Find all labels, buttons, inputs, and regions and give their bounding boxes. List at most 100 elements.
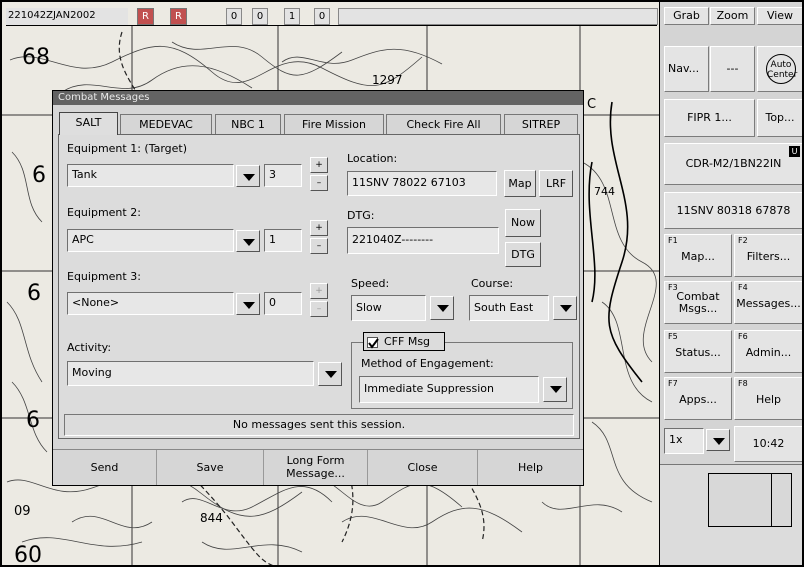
increment-button[interactable]: + — [310, 283, 328, 299]
checkbox[interactable] — [367, 337, 379, 349]
chevron-down-icon[interactable] — [430, 296, 454, 320]
mini-display-frame — [708, 473, 792, 527]
tab-check-fire-all[interactable]: Check Fire All — [386, 114, 501, 135]
tab-fire-mission[interactable]: Fire Mission — [284, 114, 384, 135]
f4-key-label: F4 — [738, 283, 748, 292]
view-button[interactable]: View — [757, 7, 802, 25]
close-button[interactable]: Close — [368, 450, 478, 485]
equipment2-label: Equipment 2: — [67, 206, 141, 219]
f5-status-button[interactable]: F5 Status... — [664, 330, 732, 373]
tab-sitrep[interactable]: SITREP — [504, 114, 578, 135]
zoom-level-select[interactable]: 1x — [664, 428, 704, 454]
cff-msg-label: CFF Msg — [384, 335, 431, 348]
cff-msg-checkbox[interactable]: CFF Msg — [363, 332, 445, 351]
auto-center-button[interactable]: Auto Center — [757, 46, 802, 92]
clock-readout: 10:42 — [734, 426, 802, 462]
combat-messages-dialog: Combat Messages SALT MEDEVAC NBC 1 Fire … — [52, 90, 584, 486]
decrement-button[interactable]: – — [310, 301, 328, 317]
mini-display — [660, 464, 802, 565]
tab-nbc1[interactable]: NBC 1 — [215, 114, 281, 135]
long-form-message-button[interactable]: Long Form Message... — [264, 450, 368, 485]
top-button[interactable]: Top... — [757, 99, 802, 137]
chevron-down-icon[interactable] — [236, 293, 260, 315]
chevron-down-icon[interactable] — [236, 165, 260, 187]
course-field[interactable]: South East — [469, 295, 549, 321]
f2-key-label: F2 — [738, 236, 748, 245]
top-divider — [6, 25, 657, 26]
now-button[interactable]: Now — [505, 209, 541, 237]
screen: 68 1297 6 6 6 744 09 844 60 C 221042ZJAN… — [0, 0, 804, 567]
f4-messages-button[interactable]: F4 Messages... — [734, 281, 802, 324]
f8-help-button[interactable]: F8 Help — [734, 377, 802, 420]
unit-id-label: CDR-M2/1BN22IN — [685, 157, 782, 170]
map-label: 6 — [27, 281, 41, 306]
map-label: 09 — [14, 504, 31, 519]
red-status-indicator: R — [170, 8, 187, 25]
increment-button[interactable]: + — [310, 220, 328, 236]
mini-display-divider — [771, 474, 772, 526]
equipment1-count[interactable]: 3 — [264, 164, 302, 187]
equipment3-field[interactable]: <None> — [67, 292, 234, 315]
unit-badge: U — [789, 146, 800, 157]
decrement-button[interactable]: – — [310, 238, 328, 254]
counter: 0 — [314, 8, 330, 25]
map-button[interactable]: Map — [504, 170, 536, 197]
dtg-button[interactable]: DTG — [505, 242, 541, 267]
method-label: Method of Engagement: — [361, 357, 494, 370]
map-label: 60 — [14, 543, 42, 567]
checkmark-icon — [368, 338, 379, 349]
location-label: Location: — [347, 152, 398, 165]
lrf-button[interactable]: LRF — [539, 170, 573, 197]
activity-label: Activity: — [67, 341, 112, 354]
chevron-down-icon[interactable] — [318, 362, 342, 386]
equipment2-field[interactable]: APC — [67, 229, 234, 252]
map-label: 6 — [26, 408, 40, 433]
increment-button[interactable]: + — [310, 157, 328, 173]
equipment1-label: Equipment 1: (Target) — [67, 142, 188, 155]
map-label: 6 — [32, 163, 46, 188]
tab-medevac[interactable]: MEDEVAC — [120, 114, 212, 135]
f2-filters-button[interactable]: F2 Filters... — [734, 234, 802, 277]
grab-button[interactable]: Grab — [664, 7, 709, 25]
dtg-label: DTG: — [347, 209, 375, 222]
tab-salt[interactable]: SALT — [59, 112, 118, 135]
equipment3-count[interactable]: 0 — [264, 292, 302, 315]
grid-reference-readout[interactable]: 11SNV 80318 67878 — [664, 192, 802, 229]
course-label: Course: — [471, 277, 514, 290]
salt-panel: Equipment 1: (Target) Tank 3 + – Equipme… — [58, 134, 580, 439]
save-button[interactable]: Save — [157, 450, 264, 485]
status-message: No messages sent this session. — [64, 414, 574, 436]
dialog-title[interactable]: Combat Messages — [53, 91, 583, 105]
f1-map-button[interactable]: F1 Map... — [664, 234, 732, 277]
f6-admin-button[interactable]: F6 Admin... — [734, 330, 802, 373]
f3-combat-msgs-button[interactable]: F3 Combat Msgs... — [664, 281, 732, 324]
message-bar — [338, 8, 658, 25]
speed-field[interactable]: Slow — [351, 295, 426, 321]
unit-id-button[interactable]: CDR-M2/1BN22IN U — [664, 143, 802, 185]
chevron-down-icon[interactable] — [553, 296, 577, 320]
counter: 0 — [252, 8, 268, 25]
f7-key-label: F7 — [668, 379, 678, 388]
fipr-button[interactable]: FIPR 1... — [664, 99, 755, 137]
f3-key-label: F3 — [668, 283, 678, 292]
activity-field[interactable]: Moving — [67, 361, 314, 386]
f5-key-label: F5 — [668, 332, 678, 341]
chevron-down-icon[interactable] — [706, 429, 730, 451]
dashes-button[interactable]: --- — [710, 46, 755, 92]
equipment2-count[interactable]: 1 — [264, 229, 302, 252]
zoom-button[interactable]: Zoom — [710, 7, 755, 25]
dtg-field[interactable]: 221040Z-------- — [347, 227, 499, 254]
chevron-down-icon[interactable] — [543, 377, 567, 402]
chevron-down-icon[interactable] — [236, 230, 260, 252]
map-label: C — [587, 97, 596, 112]
decrement-button[interactable]: – — [310, 175, 328, 191]
send-button[interactable]: Send — [53, 450, 157, 485]
nav-button[interactable]: Nav... — [664, 46, 709, 92]
help-button[interactable]: Help — [478, 450, 583, 485]
location-field[interactable]: 11SNV 78022 67103 — [347, 171, 497, 196]
map-label: 68 — [22, 45, 50, 70]
equipment1-field[interactable]: Tank — [67, 164, 234, 187]
method-field[interactable]: Immediate Suppression — [359, 376, 539, 403]
red-status-indicator: R — [137, 8, 154, 25]
f7-apps-button[interactable]: F7 Apps... — [664, 377, 732, 420]
